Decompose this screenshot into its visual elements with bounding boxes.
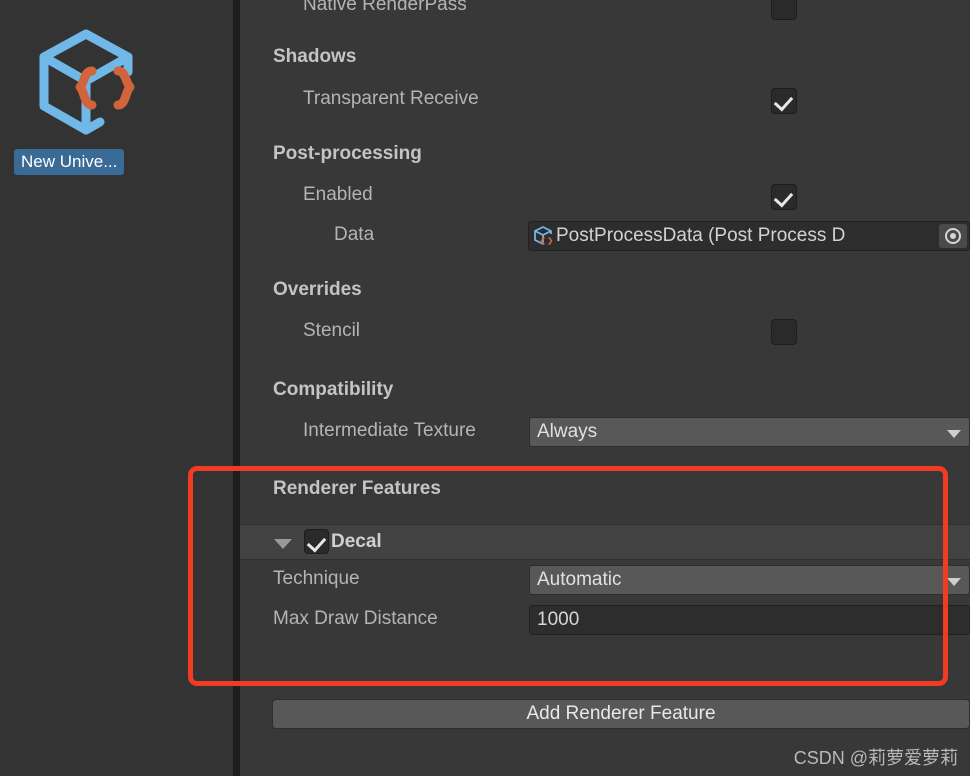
native-renderpass-label: Native RenderPass — [303, 0, 467, 15]
stencil-label: Stencil — [303, 320, 361, 341]
max-draw-distance-input[interactable]: 1000 — [529, 605, 970, 635]
transparent-receive-label: Transparent Receive — [303, 88, 479, 109]
csdn-watermark: CSDN @莉萝爱萝莉 — [793, 748, 958, 768]
stencil-checkbox[interactable] — [771, 319, 797, 345]
scriptable-object-cube-braces-icon — [533, 225, 555, 247]
post-processing-section-title: Post-processing — [273, 143, 422, 164]
technique-dropdown[interactable]: Automatic — [529, 565, 970, 595]
unity-inspector-screenshot: New Unive... Native RenderPass Shadows T… — [0, 0, 970, 776]
renderer-feature-name-decal: Decal — [331, 531, 382, 552]
renderer-feature-row-decal[interactable]: Decal — [240, 524, 970, 560]
overrides-section-title: Overrides — [273, 279, 362, 300]
shadows-section-title: Shadows — [273, 46, 357, 67]
max-draw-distance-label: Max Draw Distance — [273, 608, 438, 629]
asset-preview-panel: New Unive... — [0, 0, 233, 776]
intermediate-texture-dropdown[interactable]: Always — [529, 417, 970, 447]
post-processing-enabled-checkbox[interactable] — [771, 184, 797, 210]
chevron-down-icon — [947, 578, 961, 586]
post-process-data-value: PostProcessData (Post Process D — [556, 225, 846, 246]
native-renderpass-checkbox[interactable] — [771, 0, 797, 20]
chevron-down-icon — [947, 430, 961, 438]
add-renderer-feature-button[interactable]: Add Renderer Feature — [272, 699, 970, 729]
technique-label: Technique — [273, 568, 360, 589]
asset-name-label[interactable]: New Unive... — [14, 149, 125, 175]
technique-value: Automatic — [537, 569, 622, 590]
scriptable-object-cube-braces-icon — [30, 24, 148, 142]
transparent-receive-checkbox[interactable] — [771, 88, 797, 114]
panel-divider — [233, 0, 240, 776]
post-processing-enabled-label: Enabled — [303, 184, 373, 205]
compatibility-section-title: Compatibility — [273, 379, 394, 400]
renderer-feature-body-decal: Technique Automatic Max Draw Distance 10… — [240, 560, 970, 682]
renderer-features-title: Renderer Features — [273, 478, 441, 499]
intermediate-texture-label: Intermediate Texture — [303, 420, 476, 441]
inspector-panel: Native RenderPass Shadows Transparent Re… — [240, 0, 970, 776]
post-processing-data-label: Data — [334, 224, 375, 245]
foldout-expanded-icon[interactable] — [274, 539, 292, 549]
renderer-features-header-band: Renderer Features — [240, 470, 970, 525]
post-process-data-object-field[interactable]: PostProcessData (Post Process D — [528, 221, 970, 251]
object-picker-icon[interactable] — [939, 224, 967, 248]
decal-enabled-checkbox[interactable] — [304, 529, 329, 554]
intermediate-texture-value: Always — [537, 421, 598, 442]
